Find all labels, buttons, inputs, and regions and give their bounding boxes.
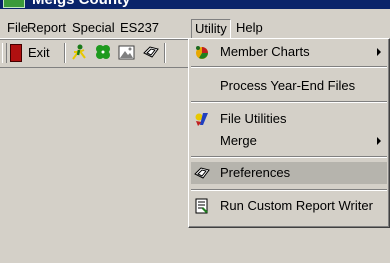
menu-help[interactable]: Help	[233, 19, 266, 37]
menu-item-label: File Utilities	[220, 111, 287, 126]
window-title: Meigs County	[32, 0, 130, 9]
member-charts-icon	[196, 46, 208, 59]
menu-separator	[191, 189, 387, 191]
runner-icon	[72, 44, 86, 60]
menu-item-run-custom-report-writer[interactable]: Run Custom Report Writer	[191, 195, 387, 217]
menu-item-label: Run Custom Report Writer	[220, 198, 373, 213]
menu-item-member-charts[interactable]: Member Charts	[191, 41, 387, 63]
menu-item-label: Preferences	[220, 165, 291, 180]
menu-item-file-utilities[interactable]: File Utilities	[191, 108, 387, 130]
menu-special[interactable]: Special	[69, 19, 118, 37]
exit-icon	[10, 44, 22, 62]
menu-separator	[191, 101, 387, 103]
preferences-icon	[194, 167, 210, 179]
menu-item-label: Member Charts	[220, 44, 310, 59]
app-icon	[3, 0, 25, 8]
menu-bar: File Report Special ES237 Utility Help	[0, 16, 390, 39]
menu-separator	[191, 66, 387, 68]
menu-item-preferences[interactable]: Preferences	[191, 162, 387, 184]
image-icon	[118, 45, 135, 60]
toolbar-separator	[64, 43, 66, 63]
menu-es237[interactable]: ES237	[117, 19, 162, 37]
clover-button[interactable]	[94, 43, 112, 63]
exit-button[interactable]: Exit	[10, 43, 56, 63]
image-button[interactable]	[118, 43, 136, 63]
report-writer-icon	[195, 198, 208, 214]
title-bar: Meigs County	[0, 0, 390, 9]
menu-item-process-year-end-files[interactable]: Process Year-End Files	[191, 75, 387, 97]
utility-menu: Member Charts Process Year-End Files Fil…	[188, 38, 390, 228]
menu-separator	[191, 156, 387, 158]
menu-item-label: Merge	[220, 133, 257, 148]
clover-icon	[96, 45, 110, 59]
runner-button[interactable]	[70, 43, 88, 63]
menu-item-label: Process Year-End Files	[220, 78, 356, 93]
toolbar-grip[interactable]	[2, 43, 7, 63]
menu-utility[interactable]: Utility	[191, 19, 231, 39]
submenu-arrow-icon	[377, 48, 381, 56]
preferences-icon	[143, 46, 159, 58]
menu-item-merge[interactable]: Merge	[191, 130, 387, 152]
submenu-arrow-icon	[377, 137, 381, 145]
file-utilities-icon	[195, 113, 208, 126]
preferences-button[interactable]	[142, 43, 160, 63]
exit-label: Exit	[28, 45, 50, 60]
menu-report[interactable]: Report	[24, 19, 69, 37]
toolbar-separator	[164, 43, 166, 63]
